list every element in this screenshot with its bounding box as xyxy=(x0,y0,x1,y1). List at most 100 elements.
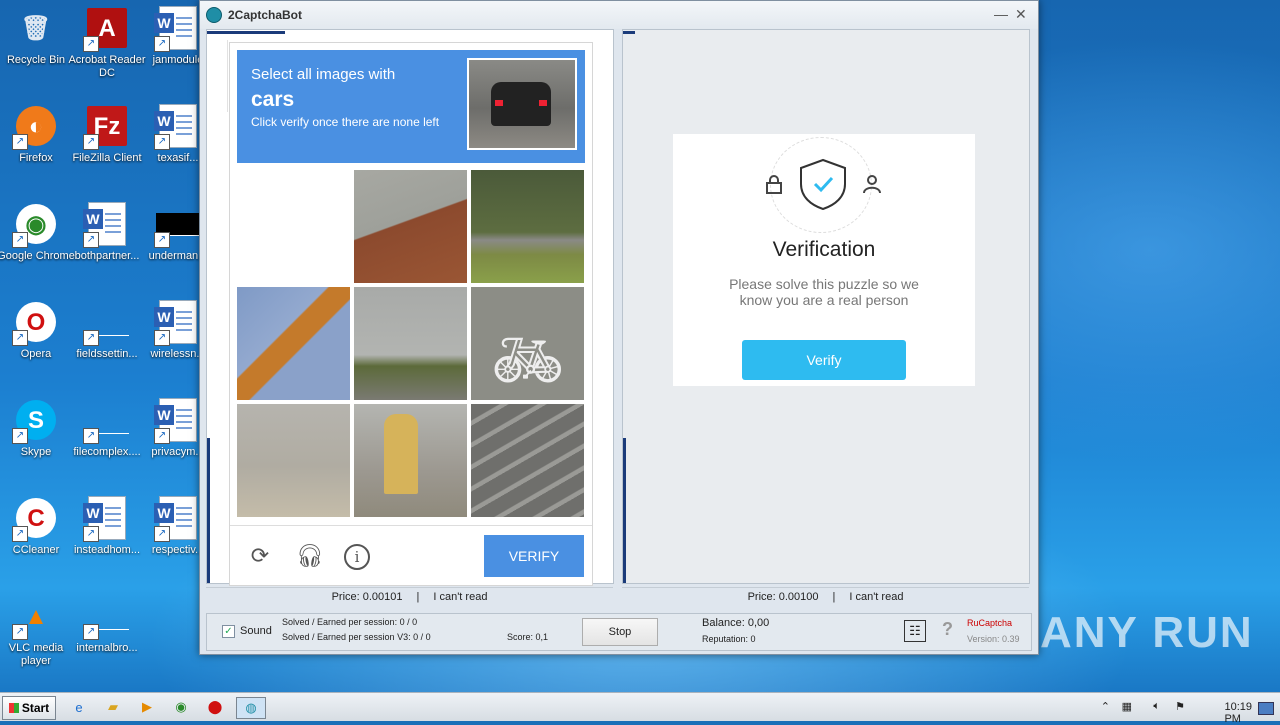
desktop-icon[interactable]: ↗ internalbro... xyxy=(67,594,147,655)
stop-button[interactable]: Stop xyxy=(582,618,658,646)
word-doc-icon: ↗ xyxy=(154,496,200,542)
shortcut-arrow-icon: ↗ xyxy=(83,134,99,150)
desktop-icon[interactable]: ↗ bothpartner... xyxy=(67,202,147,263)
firefox-icon: ◐ ↗ xyxy=(12,104,58,150)
captcha-tile[interactable]: 🚲︎ xyxy=(471,287,584,400)
service-name[interactable]: RuCaptcha xyxy=(967,618,1012,628)
separator: | xyxy=(416,591,420,603)
bicycle-icon: 🚲︎ xyxy=(491,328,565,393)
shortcut-arrow-icon: ↗ xyxy=(154,232,170,248)
network-icon[interactable]: ▦ xyxy=(1122,700,1132,713)
desktop-icon-label: FileZilla Client xyxy=(72,152,142,164)
left-cant-read-link[interactable]: I can't read xyxy=(433,591,487,603)
settings-icon[interactable]: ☷ xyxy=(904,620,926,642)
captcha-sample-image xyxy=(467,58,577,150)
clock[interactable]: 10:19 PM xyxy=(1224,701,1252,725)
desktop-icon[interactable]: C ↗ CCleaner xyxy=(0,496,76,557)
solved-earned: Solved / Earned per session: 0 / 0 xyxy=(282,617,418,627)
tray-expand-icon[interactable]: ⌃ xyxy=(1101,700,1110,713)
captcha-tile[interactable] xyxy=(354,287,467,400)
show-desktop-icon[interactable] xyxy=(1258,702,1274,715)
desktop-icon[interactable]: ↗ insteadhom... xyxy=(67,496,147,557)
desktop-icon[interactable]: ↗ filecomplex.... xyxy=(67,398,147,459)
media-player-icon[interactable]: ▶ xyxy=(136,697,158,717)
desktop-icon-label: Google Chrome xyxy=(0,250,75,262)
desktop-icon[interactable]: A ↗ Acrobat Reader DC xyxy=(67,6,147,80)
start-button[interactable]: Start xyxy=(2,696,56,720)
desktop-icon[interactable]: Fz ↗ FileZilla Client xyxy=(67,104,147,165)
windows-logo-icon xyxy=(8,703,19,713)
right-pane: Verification Please solve this puzzle so… xyxy=(622,29,1030,584)
close-button[interactable]: ✕ xyxy=(1015,6,1027,23)
captcha-tile[interactable] xyxy=(237,170,350,283)
shortcut-arrow-icon: ↗ xyxy=(83,36,99,52)
acrobat-icon: A ↗ xyxy=(83,6,129,52)
captcha-tile[interactable] xyxy=(237,287,350,400)
desktop-icon-label: Recycle Bin xyxy=(6,54,66,66)
shortcut-arrow-icon: ↗ xyxy=(12,232,28,248)
shortcut-arrow-icon: ↗ xyxy=(12,624,28,640)
frame-edge xyxy=(215,40,228,112)
captcha-tile[interactable] xyxy=(471,404,584,517)
opera-icon[interactable]: ⬤ xyxy=(204,697,226,717)
verify-button[interactable]: Verify xyxy=(742,340,906,380)
volume-icon[interactable]: 🔈︎ xyxy=(1153,700,1160,713)
title-bar[interactable]: 2CaptchaBot — ✕ xyxy=(200,1,1038,29)
bottom-panel: ✓ Sound Solved / Earned per session: 0 /… xyxy=(206,613,1032,651)
word-doc-icon: ↗ xyxy=(83,202,129,248)
shortcut-arrow-icon: ↗ xyxy=(154,36,170,52)
watermark: ANY RUN xyxy=(1040,608,1254,657)
minimize-button[interactable]: — xyxy=(994,6,1008,22)
help-icon[interactable]: ? xyxy=(942,619,953,640)
captcha-tile[interactable] xyxy=(471,170,584,283)
shortcut-arrow-icon: ↗ xyxy=(83,330,99,346)
explorer-icon[interactable]: ▰ xyxy=(102,697,124,717)
desktop-icon[interactable]: ↗ fieldssettin... xyxy=(67,300,147,361)
left-status-bar: Price: 0.00101 | I can't read xyxy=(206,587,613,606)
captcha-verify-button[interactable]: VERIFY xyxy=(484,535,584,577)
shortcut-arrow-icon: ↗ xyxy=(12,134,28,150)
flag-icon[interactable]: ⚑ xyxy=(1175,700,1185,713)
captcha-header: Select all images with cars Click verify… xyxy=(237,50,585,163)
chrome-icon[interactable]: ◉ xyxy=(170,697,192,717)
shortcut-arrow-icon: ↗ xyxy=(83,624,99,640)
ie-icon[interactable]: e xyxy=(68,697,90,717)
left-price: Price: 0.00101 xyxy=(331,591,403,603)
vlc-icon: ▲ ↗ xyxy=(12,594,58,640)
shortcut-arrow-icon: ↗ xyxy=(12,428,28,444)
word-doc-icon: ↗ xyxy=(154,300,200,346)
sound-checkbox[interactable]: ✓ xyxy=(222,625,235,638)
shortcut-arrow-icon: ↗ xyxy=(12,330,28,346)
audio-icon[interactable]: 🎧︎ xyxy=(296,544,324,568)
lock-icon xyxy=(766,175,782,194)
desktop-icon-label: filecomplex.... xyxy=(73,446,141,458)
desktop-icon[interactable]: 🗑︎ Recycle Bin xyxy=(0,6,76,67)
right-price: Price: 0.00100 xyxy=(747,591,819,603)
desktop-icon-label: bothpartner... xyxy=(74,250,140,262)
right-status-bar: Price: 0.00100 | I can't read xyxy=(622,587,1029,606)
opera-icon: O ↗ xyxy=(12,300,58,346)
captcha-tile[interactable] xyxy=(237,404,350,517)
user-icon xyxy=(863,175,881,194)
shortcut-arrow-icon: ↗ xyxy=(83,526,99,542)
desktop-icon[interactable]: ▲ ↗ VLC media player xyxy=(0,594,76,668)
2captchabot-taskbar-button[interactable]: ◍ xyxy=(236,697,266,719)
captcha-tile[interactable] xyxy=(354,404,467,517)
hydrant-shape xyxy=(384,414,418,494)
desktop-icon[interactable]: O ↗ Opera xyxy=(0,300,76,361)
right-cant-read-link[interactable]: I can't read xyxy=(849,591,903,603)
desktop-icon[interactable]: ◐ ↗ Firefox xyxy=(0,104,76,165)
shortcut-arrow-icon: ↗ xyxy=(83,232,99,248)
chrome-icon: ◉ ↗ xyxy=(12,202,58,248)
taskbar: Start e ▰ ▶ ◉ ⬤ ◍ ⌃ ▦ 🔈︎ ⚑ 10:19 PM xyxy=(0,692,1280,725)
desktop-icon-label: Firefox xyxy=(19,152,53,164)
word-doc-icon: ↗ xyxy=(154,398,200,444)
shortcut-arrow-icon: ↗ xyxy=(12,526,28,542)
desktop-icon[interactable]: ◉ ↗ Google Chrome xyxy=(0,202,76,263)
reload-icon[interactable]: ⟳ xyxy=(248,544,272,568)
desktop-icon[interactable]: S ↗ Skype xyxy=(0,398,76,459)
captcha-tile[interactable] xyxy=(354,170,467,283)
left-pane: Select all images with cars Click verify… xyxy=(206,29,614,586)
skype-icon: S ↗ xyxy=(12,398,58,444)
info-icon[interactable]: i xyxy=(344,544,370,570)
